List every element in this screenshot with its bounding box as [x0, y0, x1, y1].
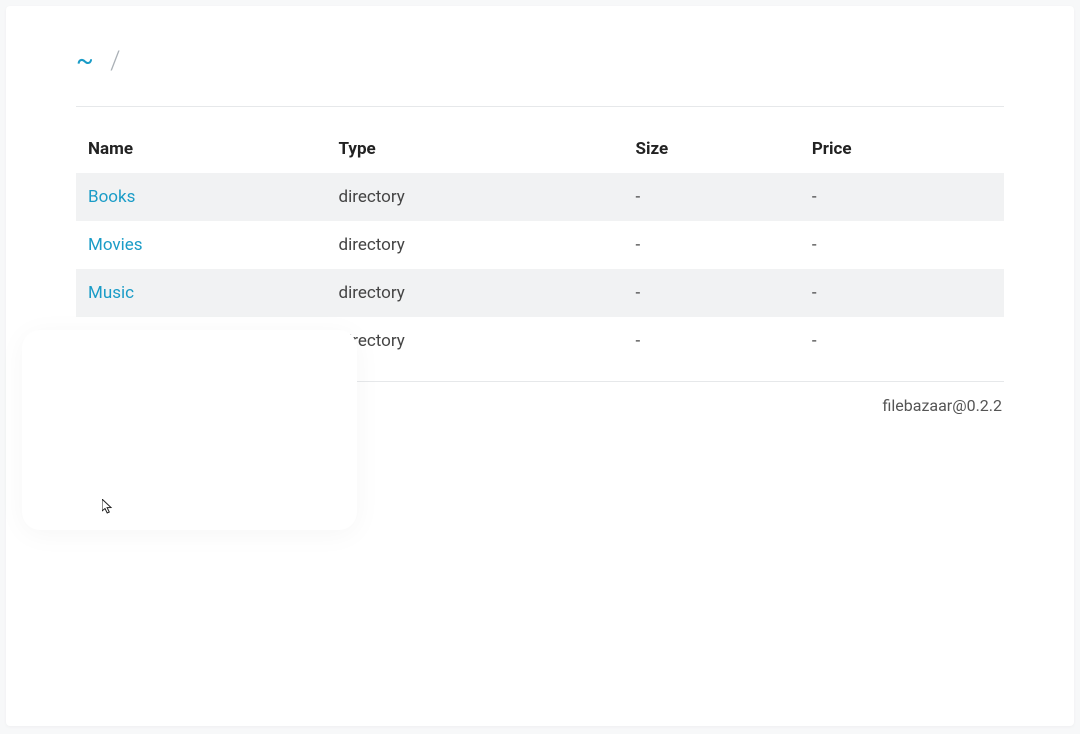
cell-price: -: [800, 173, 1004, 221]
cell-price: -: [800, 317, 1004, 365]
top-divider: [76, 106, 1004, 107]
cell-size: -: [624, 173, 800, 221]
breadcrumb-separator: /: [110, 46, 122, 76]
header-name: Name: [76, 125, 327, 173]
cell-size: -: [624, 317, 800, 365]
directory-link[interactable]: Photos: [88, 331, 142, 351]
cell-type: directory: [327, 317, 624, 365]
breadcrumb: ~ /: [76, 46, 1004, 76]
cell-size: -: [624, 221, 800, 269]
header-size: Size: [624, 125, 800, 173]
cell-price: -: [800, 221, 1004, 269]
cell-type: directory: [327, 221, 624, 269]
page-container: ~ / Name Type Size Price Books director: [6, 6, 1074, 726]
table-row: Movies directory - -: [76, 221, 1004, 269]
bottom-divider: [76, 381, 1004, 382]
cell-price: -: [800, 269, 1004, 317]
file-table: Name Type Size Price Books directory - -…: [76, 125, 1004, 365]
directory-link[interactable]: Books: [88, 187, 135, 207]
cell-type: directory: [327, 173, 624, 221]
cell-size: -: [624, 269, 800, 317]
header-price: Price: [800, 125, 1004, 173]
directory-link[interactable]: Music: [88, 283, 134, 303]
table-row: Music directory - -: [76, 269, 1004, 317]
table-row: Photos directory - -: [76, 317, 1004, 365]
cell-type: directory: [327, 269, 624, 317]
footer-version: filebazaar@0.2.2: [76, 396, 1004, 435]
header-type: Type: [327, 125, 624, 173]
table-row: Books directory - -: [76, 173, 1004, 221]
breadcrumb-root-link[interactable]: ~: [76, 46, 96, 76]
directory-link[interactable]: Movies: [88, 235, 143, 255]
